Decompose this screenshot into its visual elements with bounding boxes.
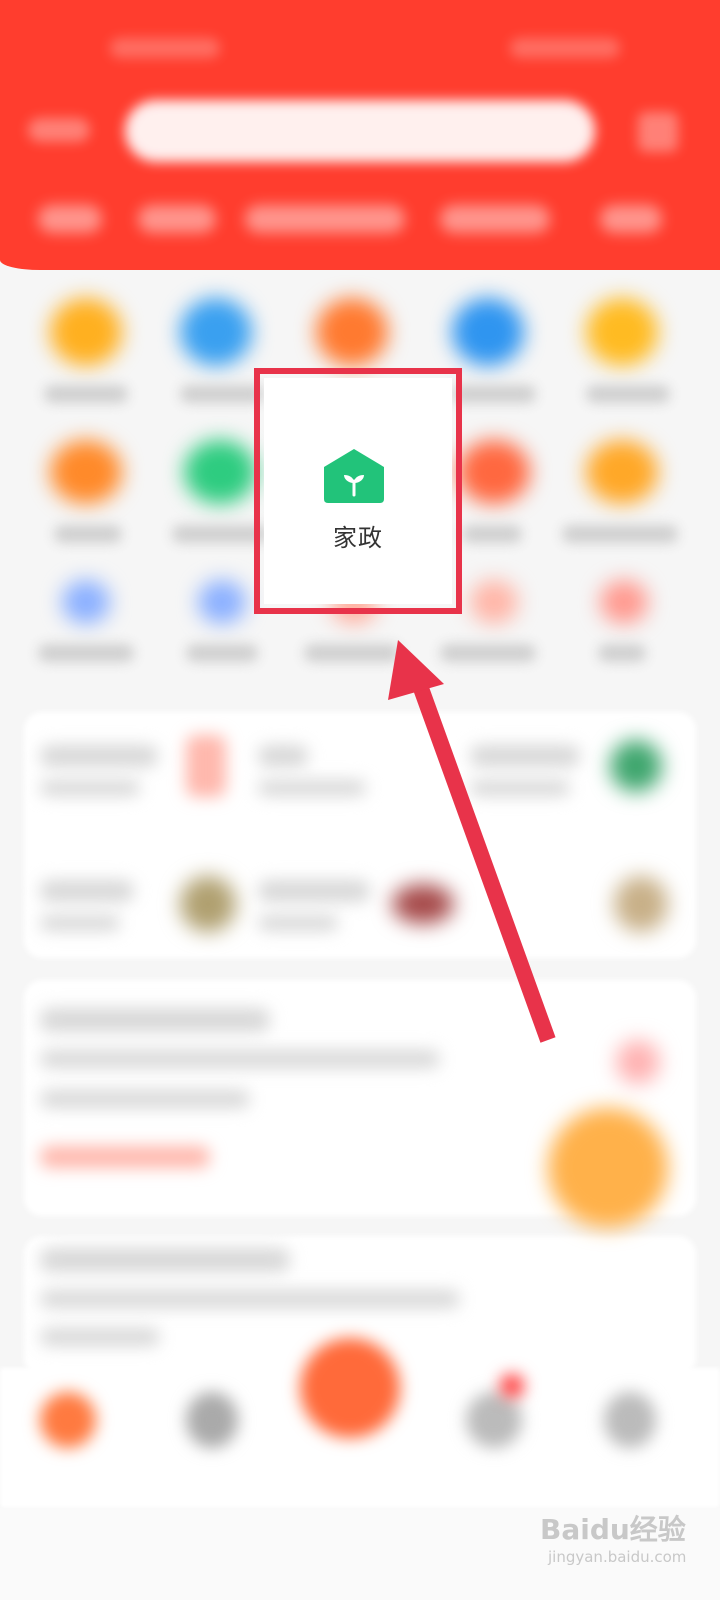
service-icon[interactable]: [452, 298, 524, 366]
header-tab[interactable]: [600, 205, 662, 233]
header-tab[interactable]: [138, 205, 216, 233]
article-link[interactable]: [40, 1146, 210, 1168]
notification-badge: [500, 1374, 524, 1398]
promo-image: [392, 884, 454, 924]
nav-icon[interactable]: [466, 1392, 522, 1448]
service-icon[interactable]: [50, 440, 122, 504]
promo-subtitle: [40, 915, 120, 931]
service-label: [586, 385, 670, 403]
watermark-url: jingyan.baidu.com: [548, 1548, 687, 1566]
location-selector[interactable]: [28, 118, 90, 142]
service-icon[interactable]: [198, 580, 246, 624]
service-icon[interactable]: [62, 580, 110, 624]
service-icon[interactable]: [458, 440, 530, 504]
service-icon[interactable]: [50, 298, 122, 366]
service-icon[interactable]: [470, 580, 518, 624]
nav-home-icon[interactable]: [40, 1392, 96, 1448]
article-image: [616, 1040, 660, 1084]
header-tab[interactable]: [440, 205, 550, 233]
service-label: [440, 644, 536, 662]
promo-title: [258, 745, 308, 767]
service-label: [54, 525, 122, 543]
promo-title: [258, 880, 370, 902]
promo-subtitle: [470, 780, 570, 796]
service-icon[interactable]: [586, 298, 658, 366]
header-tab[interactable]: [38, 205, 102, 233]
service-label: [38, 644, 134, 662]
highlight-frame: [254, 368, 462, 614]
service-label: [562, 525, 678, 543]
nav-center-button[interactable]: [300, 1338, 400, 1438]
article-text: [40, 1290, 460, 1308]
article-text: [40, 1328, 160, 1346]
nav-profile-icon[interactable]: [604, 1392, 656, 1448]
service-icon[interactable]: [600, 580, 648, 624]
article-title: [40, 1008, 270, 1032]
article-text: [40, 1090, 250, 1108]
promo-image: [614, 876, 668, 932]
service-icon[interactable]: [316, 298, 388, 366]
promo-subtitle: [40, 780, 140, 796]
service-label: [186, 644, 258, 662]
message-icon[interactable]: [638, 112, 678, 152]
promo-title: [40, 745, 158, 767]
article-title: [40, 1248, 290, 1272]
service-label: [304, 644, 400, 662]
service-label: [452, 385, 536, 403]
service-label: [44, 385, 128, 403]
nav-icon[interactable]: [186, 1392, 238, 1448]
service-label: [180, 385, 264, 403]
header-tab[interactable]: [245, 205, 405, 233]
promo-image: [180, 876, 236, 932]
status-bar-right: [510, 38, 620, 58]
service-icon[interactable]: [180, 298, 252, 366]
status-bar-left: [110, 38, 220, 58]
service-icon[interactable]: [184, 440, 256, 504]
service-label: [598, 644, 646, 662]
service-icon[interactable]: [586, 440, 658, 504]
article-text: [40, 1050, 440, 1068]
service-label: [462, 525, 522, 543]
app-header: [0, 0, 720, 270]
promo-image: [610, 740, 662, 792]
promo-subtitle: [258, 780, 366, 796]
promo-image: [186, 735, 226, 797]
promo-title: [40, 880, 134, 902]
promo-title: [470, 745, 580, 767]
floating-promo-bubble[interactable]: [548, 1108, 668, 1228]
search-input[interactable]: [125, 100, 595, 162]
promo-subtitle: [258, 915, 338, 931]
watermark-logo: Baidu经验: [540, 1513, 686, 1546]
